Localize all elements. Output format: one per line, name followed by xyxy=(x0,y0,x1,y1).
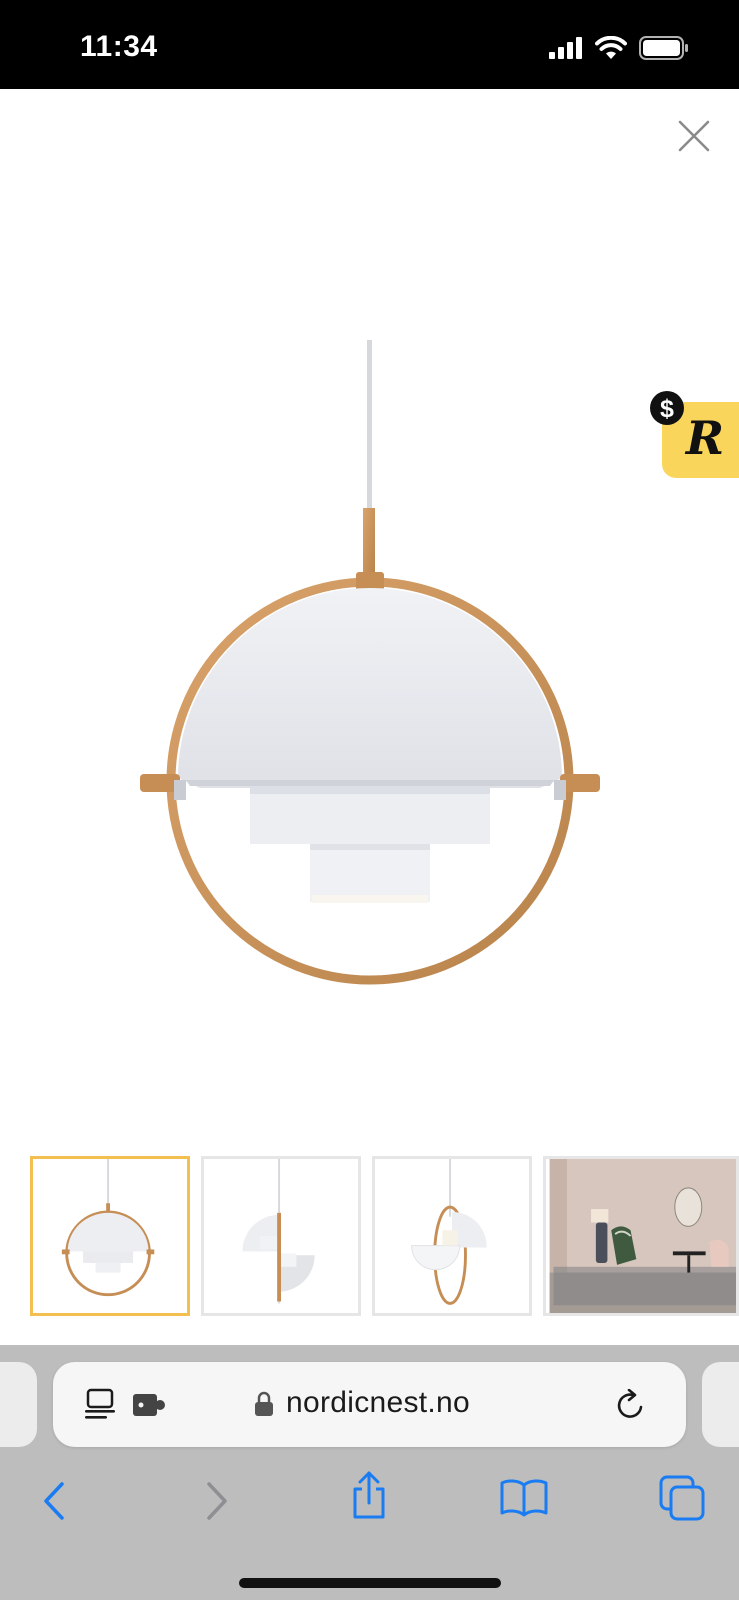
cellular-signal-icon xyxy=(549,37,582,59)
address-bar[interactable]: nordicnest.no xyxy=(53,1362,686,1447)
home-indicator xyxy=(239,1578,501,1588)
main-product-image[interactable] xyxy=(130,340,610,1020)
bookmarks-icon[interactable] xyxy=(500,1477,548,1517)
status-icons xyxy=(549,36,689,60)
thumbnail-side[interactable] xyxy=(201,1156,361,1316)
thumbnail-open[interactable] xyxy=(372,1156,532,1316)
thumbnail-room[interactable] xyxy=(543,1156,739,1316)
next-tab-preview[interactable] xyxy=(702,1362,739,1447)
svg-text:R: R xyxy=(684,411,724,465)
wifi-icon xyxy=(595,36,627,59)
battery-icon xyxy=(639,36,688,60)
thumbnail-open-image xyxy=(411,1159,487,1305)
svg-text:$: $ xyxy=(660,395,674,423)
url-text[interactable]: nordicnest.no xyxy=(286,1386,470,1420)
status-bar: 11:34 xyxy=(0,0,739,89)
page-menu-icon[interactable] xyxy=(85,1388,117,1422)
reload-icon[interactable] xyxy=(615,1389,647,1421)
thumbnail-room-image xyxy=(549,1159,736,1313)
share-icon[interactable] xyxy=(349,1471,389,1521)
back-icon[interactable] xyxy=(42,1481,68,1521)
close-icon[interactable] xyxy=(676,118,712,154)
lock-icon xyxy=(255,1391,273,1416)
extension-icon[interactable] xyxy=(133,1392,167,1418)
dollar-r-badge-icon[interactable]: R $ xyxy=(650,388,739,478)
status-time: 11:34 xyxy=(80,30,158,63)
safari-toolbar: nordicnest.no xyxy=(0,1345,739,1600)
thumbnail-front[interactable] xyxy=(30,1156,190,1316)
navigation-bar xyxy=(0,1463,739,1543)
thumbnail-side-image xyxy=(242,1159,315,1304)
forward-icon[interactable] xyxy=(203,1481,229,1521)
tabs-icon[interactable] xyxy=(659,1475,705,1521)
thumbnail-front-image xyxy=(61,1159,155,1297)
thumbnail-strip xyxy=(30,1156,739,1318)
previous-tab-preview[interactable] xyxy=(0,1362,37,1447)
